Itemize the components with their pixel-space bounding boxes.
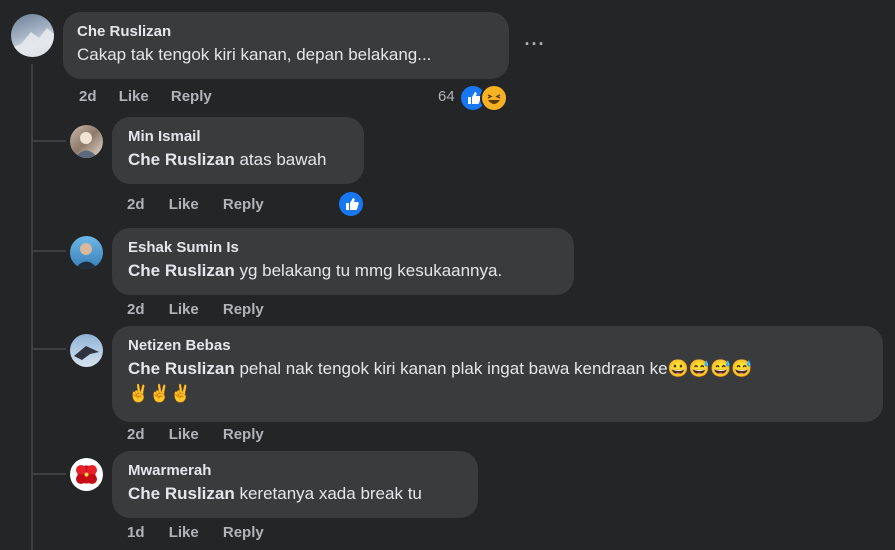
comment-time[interactable]: 2d <box>79 88 97 105</box>
reaction-summary[interactable]: 64 <box>436 84 508 112</box>
reply-actions: 1d Like Reply <box>127 524 264 541</box>
reply-time[interactable]: 2d <box>127 426 145 443</box>
mention-link[interactable]: Che Ruslizan <box>128 150 235 169</box>
reply-button[interactable]: Reply <box>223 301 264 318</box>
emoji-text: 😀😅😅😅 <box>667 359 753 378</box>
reply-author[interactable]: Min Ismail <box>128 128 348 145</box>
thread-branch <box>33 250 66 252</box>
avatar-image-icon <box>74 346 99 360</box>
thread-branch <box>33 140 66 142</box>
comment-bubble: Che Ruslizan Cakap tak tengok kiri kanan… <box>63 12 509 79</box>
haha-reaction-icon <box>480 84 508 112</box>
mention-link[interactable]: Che Ruslizan <box>128 484 235 503</box>
thread-line <box>31 64 33 550</box>
reply-author[interactable]: Netizen Bebas <box>128 337 867 354</box>
reply-author[interactable]: Eshak Sumin Is <box>128 239 558 256</box>
more-options-button[interactable]: ··· <box>520 34 550 54</box>
thread-branch <box>33 348 66 350</box>
reply-author[interactable]: Mwarmerah <box>128 462 462 479</box>
like-reaction-icon[interactable] <box>337 190 365 218</box>
reply-text: Che Ruslizan yg belakang tu mmg kesukaan… <box>128 261 503 280</box>
more-options-icon: ··· <box>524 34 546 54</box>
reply-actions: 2d Like Reply <box>127 426 264 443</box>
thread-branch <box>33 473 66 475</box>
comment-actions: 2d Like Reply <box>79 88 212 105</box>
reply-bubble: Eshak Sumin Is Che Ruslizan yg belakang … <box>112 228 574 295</box>
avatar-image-icon <box>75 132 98 158</box>
reply-text: Che Ruslizan keretanya xada break tu <box>128 484 422 503</box>
avatar[interactable] <box>70 334 103 367</box>
reply-bubble: Netizen Bebas Che Ruslizan pehal nak ten… <box>112 326 883 422</box>
comment-author[interactable]: Che Ruslizan <box>77 23 495 40</box>
reply-bubble: Mwarmerah Che Ruslizan keretanya xada br… <box>112 451 478 518</box>
reply-text: Che Ruslizan pehal nak tengok kiri kanan… <box>128 359 753 378</box>
reply-button[interactable]: Reply <box>171 88 212 105</box>
like-button[interactable]: Like <box>169 426 199 443</box>
like-button[interactable]: Like <box>169 524 199 541</box>
avatar[interactable] <box>70 236 103 269</box>
reply-bubble: Min Ismail Che Ruslizan atas bawah <box>112 117 364 184</box>
reply-time[interactable]: 2d <box>127 196 145 213</box>
mention-link[interactable]: Che Ruslizan <box>128 261 235 280</box>
reply-actions: 2d Like Reply <box>127 196 264 213</box>
reply-button[interactable]: Reply <box>223 524 264 541</box>
avatar-image-icon <box>11 28 54 57</box>
reaction-count: 64 <box>438 88 455 105</box>
like-button[interactable]: Like <box>169 196 199 213</box>
like-button[interactable]: Like <box>169 301 199 318</box>
emoji-text: ✌️✌️✌️ <box>128 384 192 403</box>
avatar-image-icon <box>75 243 98 269</box>
avatar[interactable] <box>70 125 103 158</box>
comment-text: Cakap tak tengok kiri kanan, depan belak… <box>77 45 432 64</box>
reply-text: Che Ruslizan atas bawah <box>128 150 327 169</box>
reply-button[interactable]: Reply <box>223 196 264 213</box>
reply-time[interactable]: 2d <box>127 301 145 318</box>
like-button[interactable]: Like <box>119 88 149 105</box>
reply-button[interactable]: Reply <box>223 426 264 443</box>
avatar[interactable] <box>70 458 103 491</box>
reply-actions: 2d Like Reply <box>127 301 264 318</box>
avatar[interactable] <box>11 14 54 57</box>
mention-link[interactable]: Che Ruslizan <box>128 359 235 378</box>
flower-icon <box>76 465 97 484</box>
reply-time[interactable]: 1d <box>127 524 145 541</box>
